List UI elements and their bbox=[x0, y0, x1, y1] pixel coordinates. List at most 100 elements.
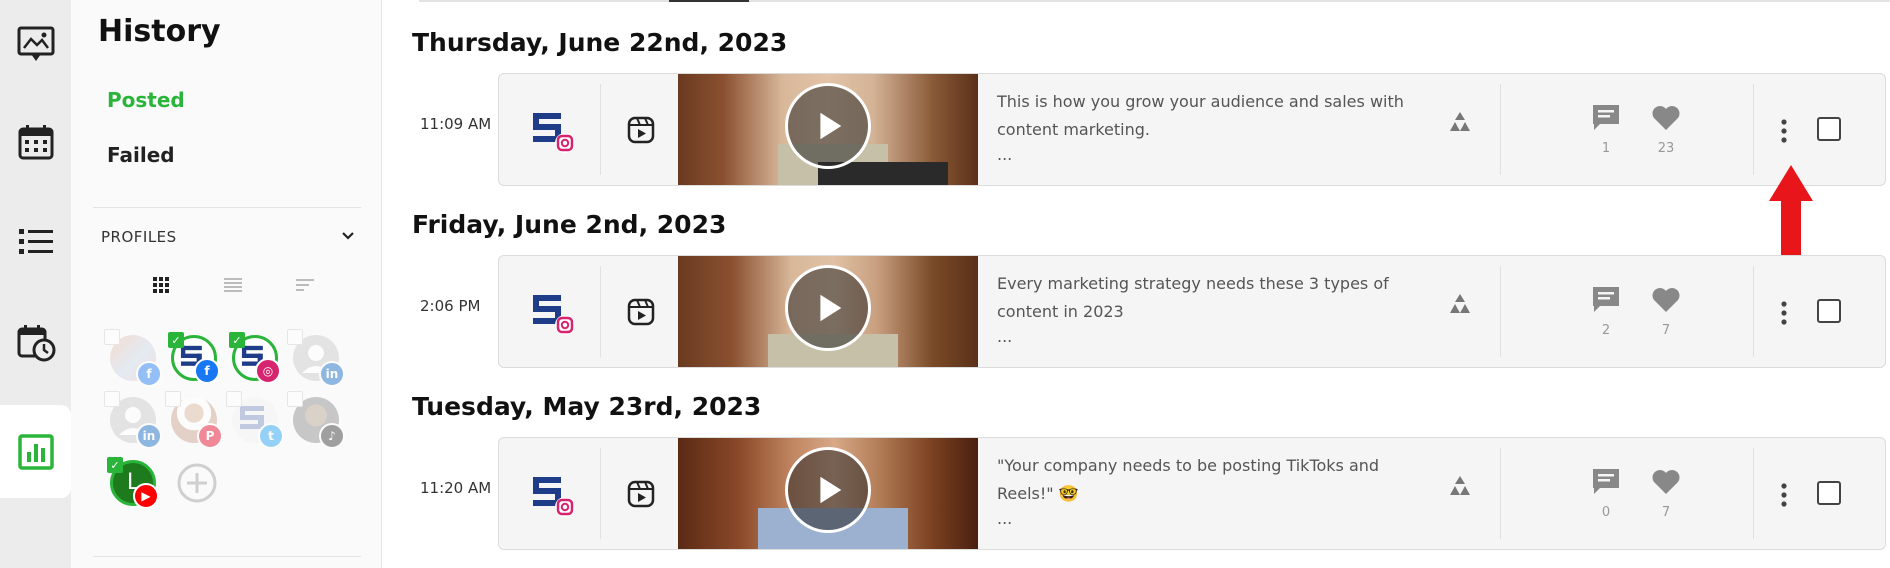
rail-item-analytics[interactable] bbox=[0, 405, 71, 498]
tab-failed[interactable]: Failed bbox=[107, 143, 175, 167]
comments-count: 1 bbox=[1601, 141, 1611, 156]
caption-more[interactable]: ... bbox=[997, 508, 1417, 530]
red-arrow-annotation bbox=[1769, 165, 1813, 255]
history-sidebar: History Posted Failed PROFILES f ✓ f ✓ ◎ bbox=[71, 0, 382, 568]
facebook-icon: f bbox=[194, 358, 220, 384]
rail-item-list[interactable] bbox=[0, 198, 71, 286]
cell-divider bbox=[1500, 448, 1501, 539]
profile-avatar[interactable]: L ✓ ▶ bbox=[107, 457, 159, 509]
more-options-icon[interactable] bbox=[1780, 118, 1788, 144]
divider bbox=[93, 556, 361, 557]
date-heading: Tuesday, May 23rd, 2023 bbox=[412, 392, 762, 421]
post-caption: "Your company needs to be posting TikTok… bbox=[997, 452, 1417, 530]
play-button[interactable] bbox=[785, 265, 871, 351]
reel-icon bbox=[627, 116, 655, 144]
analytics-icon bbox=[17, 433, 54, 470]
profile-avatar[interactable]: f bbox=[104, 329, 162, 387]
icon-rail bbox=[0, 0, 71, 568]
profile-checkbox[interactable]: ✓ bbox=[107, 457, 123, 473]
profile-checkbox[interactable]: ✓ bbox=[168, 332, 184, 348]
comment-icon bbox=[1593, 287, 1619, 312]
play-icon bbox=[820, 112, 842, 140]
cell-divider bbox=[600, 84, 601, 175]
post-caption: Every marketing strategy needs these 3 t… bbox=[997, 270, 1417, 348]
rail-item-scheduled[interactable] bbox=[0, 298, 71, 386]
post-card[interactable]: "Your company needs to be posting TikTok… bbox=[498, 437, 1886, 550]
caption-more[interactable]: ... bbox=[997, 326, 1417, 348]
profile-checkbox[interactable] bbox=[287, 329, 303, 345]
profile-logo bbox=[529, 107, 575, 153]
image-message-icon bbox=[17, 26, 54, 61]
tab-posted[interactable]: Posted bbox=[107, 88, 185, 112]
profile-avatar[interactable]: P bbox=[165, 391, 223, 449]
profile-logo bbox=[529, 289, 575, 335]
rail-item-image-message[interactable] bbox=[0, 0, 71, 88]
brand-logo-icon bbox=[533, 113, 575, 153]
recycle-icon[interactable] bbox=[1447, 474, 1473, 500]
select-checkbox[interactable] bbox=[1817, 299, 1841, 323]
cell-divider bbox=[1753, 448, 1754, 539]
profile-checkbox[interactable] bbox=[104, 391, 120, 407]
profile-checkbox[interactable] bbox=[104, 329, 120, 345]
play-button[interactable] bbox=[785, 447, 871, 533]
profile-checkbox[interactable] bbox=[226, 391, 242, 407]
divider bbox=[419, 0, 1890, 2]
post-card[interactable]: This is how you grow your audience and s… bbox=[498, 73, 1886, 186]
post-card[interactable]: Every marketing strategy needs these 3 t… bbox=[498, 255, 1886, 368]
recycle-icon[interactable] bbox=[1447, 292, 1473, 318]
profile-avatar[interactable]: ✓ ◎ bbox=[229, 332, 281, 384]
recycle-icon[interactable] bbox=[1447, 110, 1473, 136]
comments-count: 2 bbox=[1601, 323, 1611, 338]
profile-checkbox[interactable] bbox=[287, 391, 303, 407]
sort-view-icon[interactable] bbox=[294, 274, 316, 296]
cell-divider bbox=[1753, 266, 1754, 357]
previous-thumbnail-edge bbox=[669, 0, 749, 2]
comment-icon bbox=[1593, 105, 1619, 130]
likes-stat: 7 bbox=[1646, 284, 1686, 338]
rail-item-calendar[interactable] bbox=[0, 98, 71, 186]
pinterest-icon: P bbox=[197, 423, 223, 449]
profiles-header[interactable]: PROFILES bbox=[101, 228, 177, 246]
twitter-icon: t bbox=[258, 423, 284, 449]
heart-icon bbox=[1652, 106, 1680, 130]
more-options-icon[interactable] bbox=[1780, 482, 1788, 508]
likes-stat: 23 bbox=[1646, 102, 1686, 156]
play-button[interactable] bbox=[785, 83, 871, 169]
profile-avatar[interactable]: t bbox=[226, 391, 284, 449]
caption-more[interactable]: ... bbox=[997, 144, 1417, 166]
add-profile-icon[interactable] bbox=[176, 462, 218, 504]
comment-icon bbox=[1593, 469, 1619, 494]
calendar-icon bbox=[18, 125, 53, 160]
linkedin-icon: in bbox=[136, 423, 162, 449]
comments-stat: 1 bbox=[1586, 102, 1626, 156]
linkedin-icon: in bbox=[319, 361, 345, 387]
caption-text: content in 2023 bbox=[997, 302, 1124, 321]
brand-logo-icon bbox=[533, 295, 575, 335]
chevron-down-icon[interactable] bbox=[339, 226, 357, 244]
profile-checkbox[interactable] bbox=[165, 391, 181, 407]
profile-avatar[interactable]: in bbox=[104, 391, 162, 449]
profile-checkbox[interactable]: ✓ bbox=[229, 332, 245, 348]
select-checkbox[interactable] bbox=[1817, 117, 1841, 141]
list-icon bbox=[18, 229, 53, 254]
profile-avatar[interactable]: ♪ bbox=[287, 391, 345, 449]
instagram-icon: ◎ bbox=[255, 358, 281, 384]
profile-avatar[interactable]: ✓ f bbox=[168, 332, 220, 384]
date-heading: Thursday, June 22nd, 2023 bbox=[412, 28, 788, 57]
caption-text: Reels!" 🤓 bbox=[997, 484, 1079, 503]
comments-count: 0 bbox=[1601, 505, 1611, 520]
post-time: 2:06 PM bbox=[420, 297, 481, 315]
select-checkbox[interactable] bbox=[1817, 481, 1841, 505]
caption-text: content marketing. bbox=[997, 120, 1150, 139]
date-heading: Friday, June 2nd, 2023 bbox=[412, 210, 727, 239]
sidebar-title: History bbox=[98, 14, 221, 49]
profile-avatar[interactable]: in bbox=[287, 329, 345, 387]
video-thumbnail[interactable] bbox=[678, 438, 978, 549]
more-options-icon[interactable] bbox=[1780, 300, 1788, 326]
grid-view-icon[interactable] bbox=[150, 274, 172, 296]
cell-divider bbox=[1753, 84, 1754, 175]
video-thumbnail[interactable] bbox=[678, 256, 978, 367]
cell-divider bbox=[1500, 84, 1501, 175]
video-thumbnail[interactable] bbox=[678, 74, 978, 185]
list-view-icon[interactable] bbox=[222, 274, 244, 296]
